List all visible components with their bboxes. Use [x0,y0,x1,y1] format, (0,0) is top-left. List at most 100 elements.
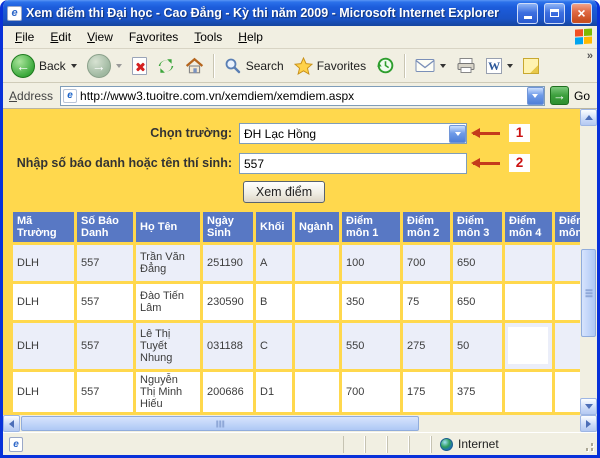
table-cell [295,284,339,320]
resize-grip[interactable] [581,436,595,453]
table-cell [295,323,339,369]
address-bar: Address e → Go [3,83,597,109]
refresh-button[interactable] [153,55,179,77]
search-button[interactable]: Search [220,55,288,77]
stop-button[interactable] [128,55,151,77]
sbd-input[interactable] [239,153,467,174]
toolbar-separator [213,54,215,78]
favorites-button[interactable]: Favorites [290,55,370,77]
lookup-form: Chọn trường: ĐH Lạc Hồng 1 Nhập số báo d… [3,109,580,209]
menu-file[interactable]: File [7,27,42,47]
toolbar-overflow-chevron[interactable]: » [587,50,593,62]
scroll-up-button[interactable] [580,109,597,126]
table-cell [505,323,552,369]
table-cell: 700 [342,372,400,412]
status-segment [343,436,365,453]
table-cell: Trần Văn Đẳng [136,245,200,281]
status-bar: e Internet [3,432,597,455]
annotation-badge-2: 2 [509,154,530,172]
refresh-icon [157,57,175,75]
table-header-row: Mã Trường Số Báo Danh Họ Tên Ngày Sinh K… [13,212,580,242]
scroll-right-button[interactable] [580,415,597,432]
table-cell: Đào Tiến Lâm [136,284,200,320]
table-cell: Nguyễn Thị Minh Hiếu [136,372,200,412]
table-cell: 557 [77,372,133,412]
edit-with-word-button[interactable]: W [482,56,517,76]
table-cell: DLH [13,245,74,281]
scroll-down-button[interactable] [580,398,597,415]
stop-icon [132,57,147,75]
close-button[interactable]: × [571,3,592,24]
back-dropdown-icon [71,64,77,68]
annotation-arrow-2 [473,162,500,165]
back-label: Back [39,59,66,73]
scroll-left-button[interactable] [3,415,20,432]
status-segment [409,436,431,453]
address-input[interactable] [77,89,527,103]
zone-label: Internet [458,437,499,451]
horizontal-scroll-thumb[interactable] [21,416,419,431]
table-cell: 75 [403,284,450,320]
table-cell: 275 [403,323,450,369]
annotation-badge-1: 1 [509,124,530,142]
school-select[interactable]: ĐH Lạc Hồng [239,123,467,144]
school-select-value: ĐH Lạc Hồng [240,127,449,141]
standard-toolbar: ← Back → [3,49,597,83]
header-cell: Ngành [295,212,339,242]
table-cell: B [256,284,292,320]
scores-table: Mã Trường Số Báo Danh Họ Tên Ngày Sinh K… [10,209,580,415]
header-cell: Mã Trường [13,212,74,242]
globe-icon [440,438,453,451]
vertical-scroll-thumb[interactable] [581,249,596,337]
header-cell: Khối [256,212,292,242]
table-cell: 700 [403,245,450,281]
maximize-button[interactable] [544,3,565,24]
menu-favorites[interactable]: Favorites [121,27,186,47]
table-cell: 557 [77,323,133,369]
search-label: Search [246,59,284,73]
table-row: DLH 557 Lê Thị Tuyết Nhung 031188 C 550 … [13,323,580,369]
home-button[interactable] [181,55,208,77]
table-cell: 031188 [203,323,253,369]
header-cell: Điểm môn 2 [403,212,450,242]
menu-help[interactable]: Help [230,27,271,47]
minimize-button[interactable] [517,3,538,24]
table-cell [555,245,580,281]
forward-button[interactable]: → [83,52,126,80]
history-button[interactable] [372,54,399,77]
back-button[interactable]: ← Back [7,52,81,80]
go-button[interactable]: → [550,86,569,105]
table-cell [555,372,580,412]
header-cell: Điểm môn 3 [453,212,502,242]
chevron-down-icon [455,132,461,136]
print-button[interactable] [452,55,480,76]
forward-dropdown-icon [116,64,122,68]
menu-tools[interactable]: Tools [186,27,230,47]
table-row: DLH 557 Trần Văn Đẳng 251190 A 100 700 6… [13,245,580,281]
table-cell [505,372,552,412]
table-cell: DLH [13,284,74,320]
vertical-scrollbar[interactable] [580,109,597,415]
discuss-button[interactable] [519,56,543,76]
mail-button[interactable] [411,56,450,75]
table-cell: Lê Thị Tuyết Nhung [136,323,200,369]
address-dropdown-button[interactable] [527,87,544,105]
minimize-icon [524,16,532,19]
table-cell: 550 [342,323,400,369]
status-main-panel: e [5,437,343,452]
select-dropdown-button[interactable] [449,125,466,143]
mail-dropdown-icon [440,64,446,68]
menu-edit[interactable]: Edit [42,27,79,47]
word-icon: W [486,58,502,74]
menu-bar: File Edit View Favorites Tools Help [3,26,597,49]
toolbar-separator [404,54,406,78]
browser-window: e Xem điểm thi Đại học - Cao Đẳng - Kỳ t… [0,0,600,458]
title-bar: e Xem điểm thi Đại học - Cao Đẳng - Kỳ t… [3,0,597,26]
menu-view[interactable]: View [79,27,121,47]
table-cell: 50 [453,323,502,369]
sbd-field-wrap [239,153,467,174]
table-cell: 200686 [203,372,253,412]
horizontal-scrollbar[interactable] [3,415,597,432]
table-cell: 557 [77,245,133,281]
view-scores-button[interactable]: Xem điểm [243,181,325,203]
